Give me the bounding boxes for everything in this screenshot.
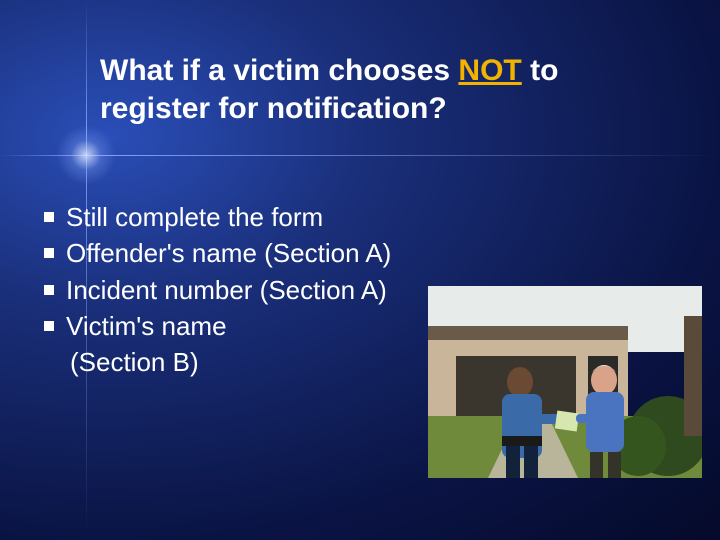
square-bullet-icon: [44, 321, 54, 331]
square-bullet-icon: [44, 285, 54, 295]
list-item-text: Still complete the form: [66, 200, 404, 234]
square-bullet-icon: [44, 212, 54, 222]
photo-illustration: [428, 286, 702, 478]
list-continuation: (Section B): [70, 345, 404, 379]
list-item: Still complete the form: [44, 200, 404, 234]
list-item-text: Offender's name (Section A): [66, 236, 404, 270]
list-item-text: Incident number (Section A): [66, 273, 404, 307]
bullet-list: Still complete the form Offender's name …: [44, 200, 404, 382]
slide-title: What if a victim chooses NOT to register…: [100, 52, 660, 127]
slide-photo: [428, 286, 702, 478]
list-item: Offender's name (Section A): [44, 236, 404, 270]
list-item: Victim's name: [44, 309, 404, 343]
title-pre: What if a victim chooses: [100, 54, 458, 87]
square-bullet-icon: [44, 248, 54, 258]
list-item: Incident number (Section A): [44, 273, 404, 307]
list-item-text: Victim's name: [66, 309, 404, 343]
title-emphasis: NOT: [458, 54, 521, 87]
decorative-horizontal-line: [0, 155, 720, 156]
